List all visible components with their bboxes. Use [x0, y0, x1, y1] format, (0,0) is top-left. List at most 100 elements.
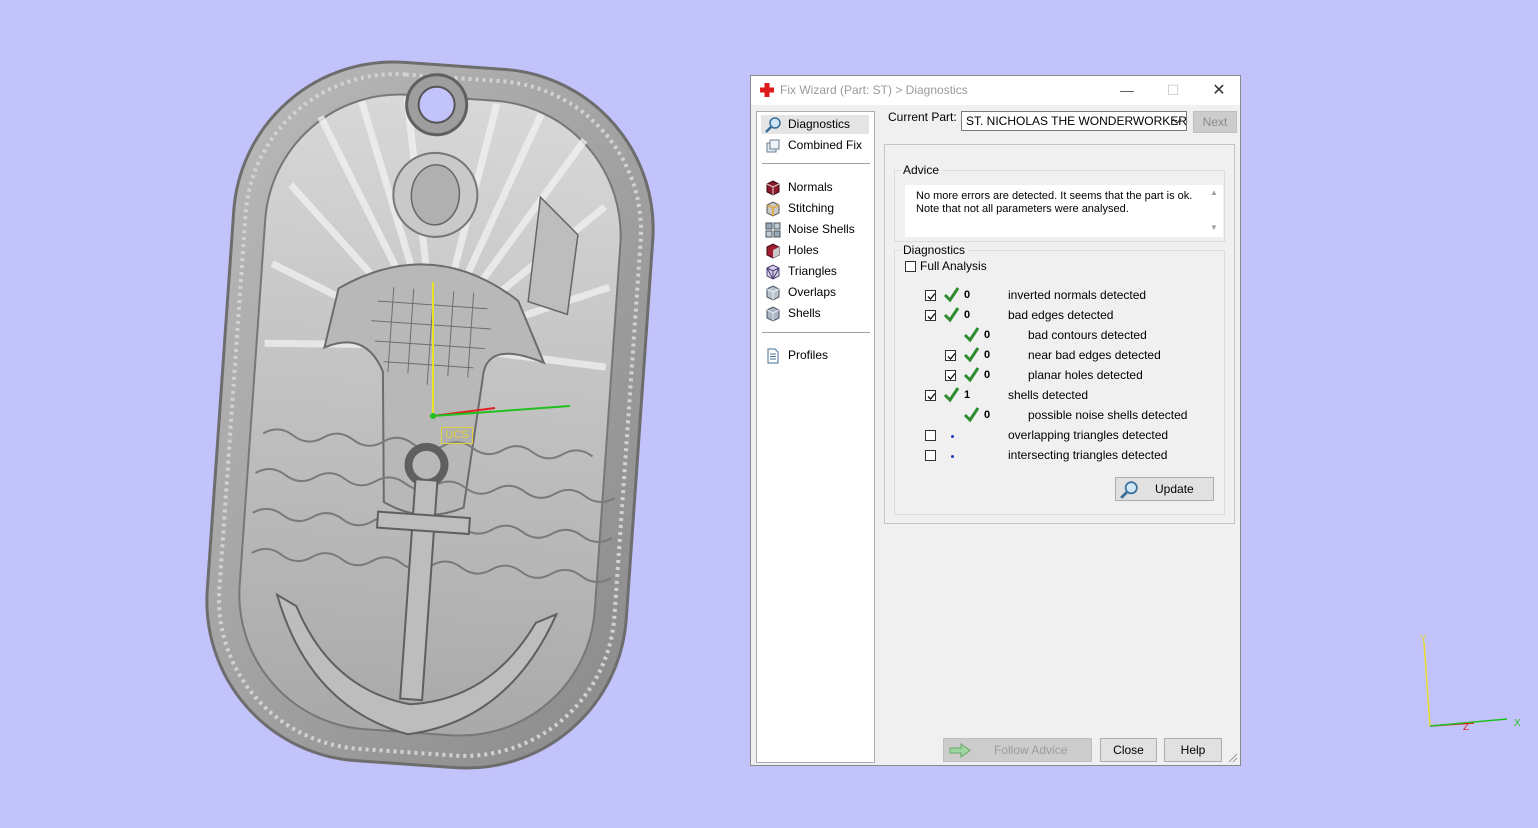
- row-checkbox[interactable]: [945, 370, 956, 381]
- full-analysis-checkbox[interactable]: [905, 261, 916, 272]
- minimize-button[interactable]: —: [1104, 76, 1150, 105]
- green-check-icon: [963, 407, 980, 423]
- row-checkbox[interactable]: [925, 430, 936, 441]
- advice-group: Advice No more errors are detected. It s…: [894, 163, 1225, 242]
- holes-cube-icon: [766, 243, 780, 259]
- nav-item-profiles[interactable]: Profiles: [761, 346, 869, 365]
- row-label: possible noise shells detected: [1028, 408, 1188, 422]
- nav-item-stitching[interactable]: Stitching: [761, 199, 869, 218]
- checkmark-icon: [927, 393, 936, 400]
- update-button[interactable]: Update: [1115, 477, 1214, 501]
- nav-item-noise-shells[interactable]: Noise Shells: [761, 220, 869, 239]
- row-label: inverted normals detected: [1008, 288, 1147, 302]
- magnifier-icon: [765, 117, 781, 133]
- diagnostics-group-title: Diagnostics: [900, 243, 969, 257]
- nav-item-label: Profiles: [788, 348, 829, 362]
- axis-triad: [1423, 641, 1508, 727]
- advice-line-2: Note that not all parameters were analys…: [916, 203, 1129, 215]
- row-count: 0: [984, 329, 991, 341]
- triad-x-label: X: [1514, 718, 1521, 729]
- nav-item-combined-fix[interactable]: Combined Fix: [761, 136, 869, 155]
- row-count: 0: [984, 369, 991, 381]
- diagnostics-group: Diagnostics Full Analysis 0 inverted nor…: [894, 243, 1225, 515]
- help-button[interactable]: Help: [1164, 738, 1222, 762]
- scroll-down-icon[interactable]: ▼: [1210, 223, 1218, 232]
- current-part-label: Current Part:: [888, 110, 957, 124]
- title-bar[interactable]: Fix Wizard (Part: ST) > Diagnostics — ☐ …: [751, 76, 1240, 105]
- dialog-title: Fix Wizard (Part: ST) > Diagnostics: [780, 83, 968, 97]
- triangles-cube-icon: [766, 264, 780, 280]
- red-cross-icon: [760, 83, 774, 97]
- nav-item-label: Diagnostics: [788, 117, 851, 131]
- row-checkbox[interactable]: [945, 350, 956, 361]
- nav-item-label: Holes: [788, 243, 819, 257]
- green-check-icon: [963, 347, 980, 363]
- triad-y-label: Y: [1420, 634, 1427, 645]
- ucs-label: UCS: [441, 427, 473, 444]
- chevron-down-icon: [1172, 118, 1182, 124]
- close-window-button[interactable]: ✕: [1196, 76, 1242, 105]
- cubes-icon: [766, 139, 780, 153]
- nav-item-label: Combined Fix: [788, 138, 863, 152]
- resize-grip-icon[interactable]: [1228, 753, 1238, 763]
- nav-item-label: Shells: [788, 306, 821, 320]
- row-count: 1: [964, 389, 971, 401]
- row-checkbox[interactable]: [925, 310, 936, 321]
- nav-item-shells[interactable]: Shells: [761, 304, 869, 323]
- green-check-icon: [963, 327, 980, 343]
- overlaps-cube-icon: [766, 285, 780, 301]
- row-checkbox[interactable]: [925, 290, 936, 301]
- green-check-icon: [943, 387, 960, 403]
- shells-cube-icon: [766, 306, 780, 322]
- close-button[interactable]: Close: [1100, 738, 1157, 762]
- update-button-label: Update: [1155, 482, 1194, 496]
- triad-z-label: Z: [1463, 722, 1470, 733]
- current-part-select[interactable]: ST. NICHOLAS THE WONDERWORKER: [961, 111, 1187, 131]
- checkmark-icon: [947, 353, 956, 360]
- checkmark-icon: [927, 313, 936, 320]
- checkmark-icon: [947, 373, 956, 380]
- row-label: bad edges detected: [1008, 308, 1114, 322]
- advice-textbox[interactable]: No more errors are detected. It seems th…: [905, 185, 1223, 237]
- current-part-value: ST. NICHOLAS THE WONDERWORKER: [966, 114, 1187, 128]
- nav-item-triangles[interactable]: Triangles: [761, 262, 869, 281]
- advice-scrollbar[interactable]: ▲ ▼: [1206, 185, 1223, 237]
- maximize-button[interactable]: ☐: [1150, 76, 1196, 105]
- row-label: bad contours detected: [1028, 328, 1147, 342]
- arrow-right-icon: [949, 743, 971, 758]
- row-label: shells detected: [1008, 388, 1089, 402]
- pending-dot-icon: [951, 435, 954, 438]
- row-label: intersecting triangles detected: [1008, 448, 1168, 462]
- stitching-cube-icon: [766, 201, 780, 217]
- green-check-icon: [943, 287, 960, 303]
- advice-line-1: No more errors are detected. It seems th…: [916, 190, 1193, 202]
- row-label: planar holes detected: [1028, 368, 1143, 382]
- row-checkbox[interactable]: [925, 390, 936, 401]
- green-check-icon: [943, 307, 960, 323]
- magnifier-icon: [1120, 481, 1138, 499]
- advice-text: No more errors are detected. It seems th…: [916, 190, 1196, 216]
- nav-separator: [762, 332, 870, 333]
- green-check-icon: [963, 367, 980, 383]
- pending-dot-icon: [951, 455, 954, 458]
- fix-wizard-dialog: Fix Wizard (Part: ST) > Diagnostics — ☐ …: [750, 75, 1241, 766]
- row-checkbox[interactable]: [925, 450, 936, 461]
- advice-group-title: Advice: [900, 163, 943, 177]
- nav-item-label: Stitching: [788, 201, 835, 215]
- scroll-up-icon[interactable]: ▲: [1210, 188, 1218, 197]
- nav-item-normals[interactable]: Normals: [761, 178, 869, 197]
- nav-item-holes[interactable]: Holes: [761, 241, 869, 260]
- nav-item-label: Triangles: [788, 264, 837, 278]
- row-count: 0: [964, 309, 971, 321]
- nav-item-label: Normals: [788, 180, 833, 194]
- nav-item-diagnostics[interactable]: Diagnostics: [761, 115, 869, 134]
- next-button[interactable]: Next: [1193, 111, 1237, 133]
- row-label: overlapping triangles detected: [1008, 428, 1169, 442]
- follow-advice-button[interactable]: Follow Advice: [943, 738, 1092, 762]
- row-count: 0: [984, 349, 991, 361]
- nav-item-overlaps[interactable]: Overlaps: [761, 283, 869, 302]
- nav-item-label: Overlaps: [788, 285, 837, 299]
- row-count: 0: [984, 409, 991, 421]
- diagnostics-panel: Advice No more errors are detected. It s…: [884, 144, 1235, 524]
- ucs-axes: [430, 282, 571, 419]
